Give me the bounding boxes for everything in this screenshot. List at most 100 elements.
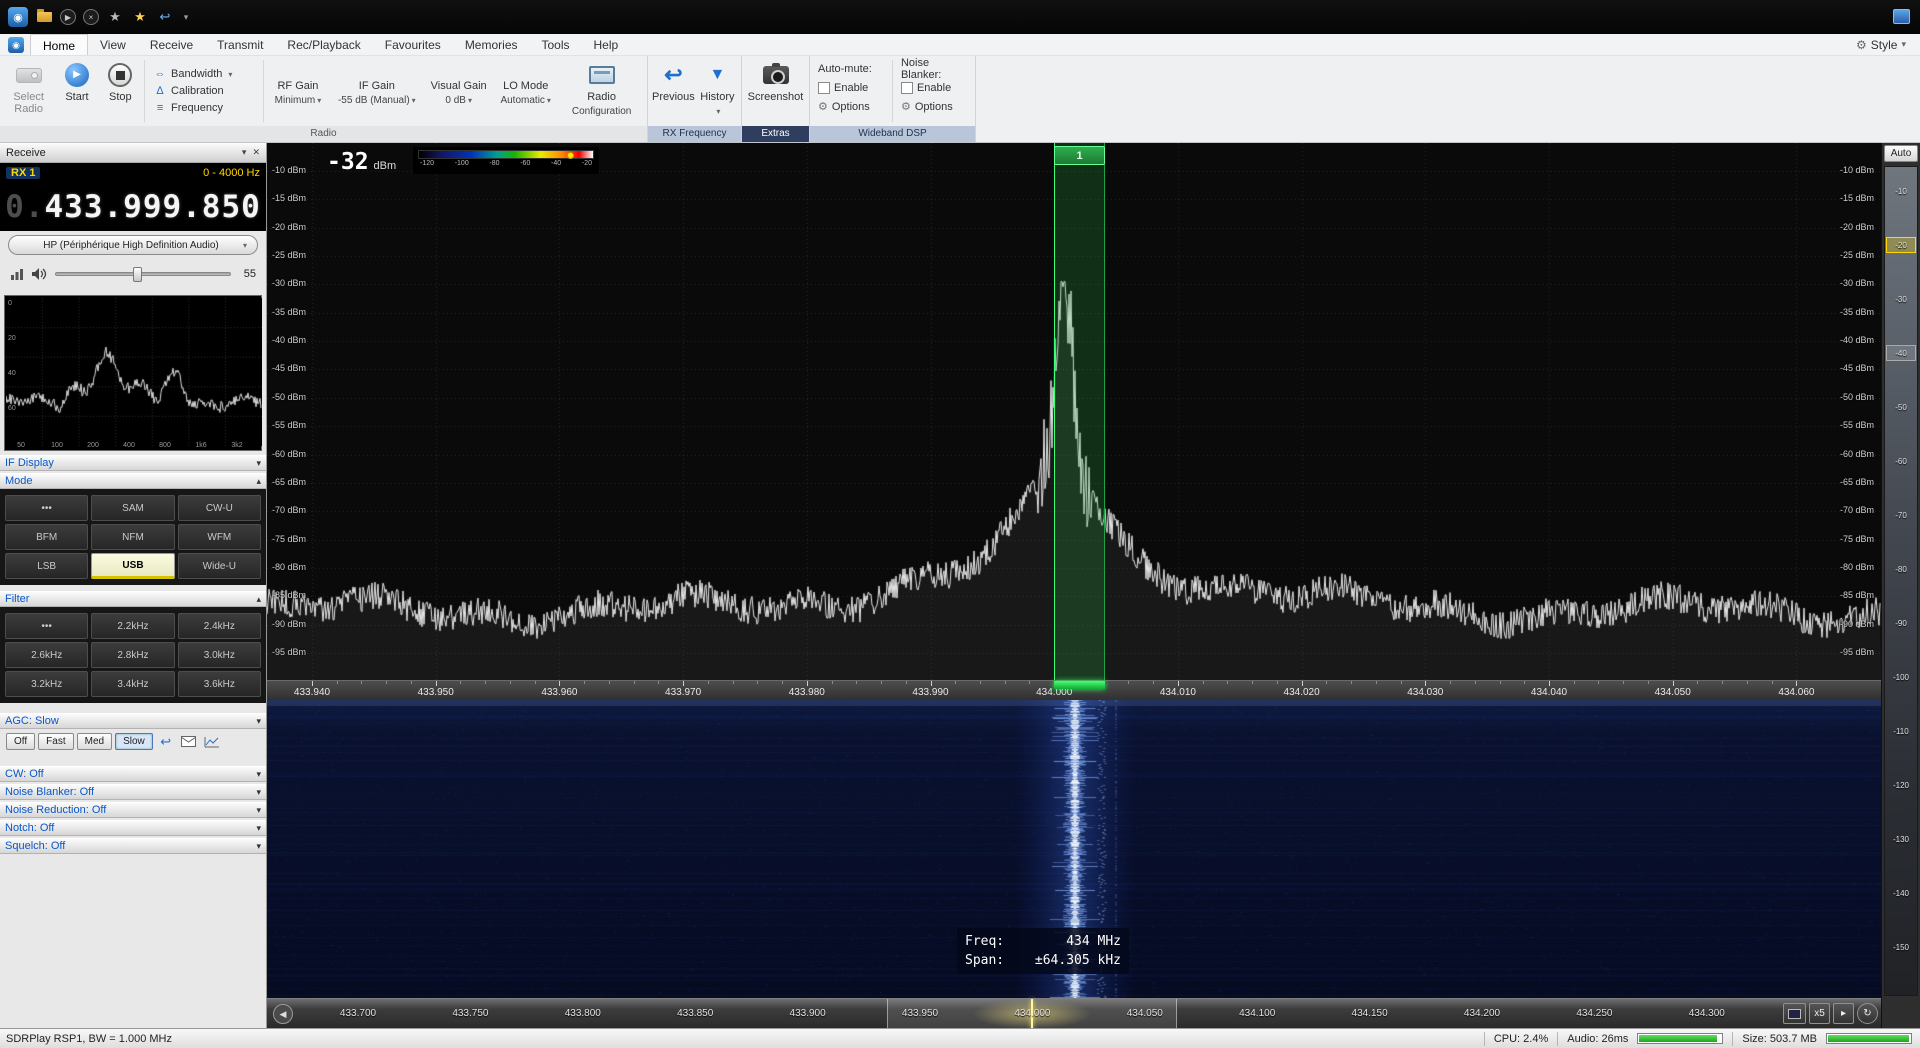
tab-view[interactable]: View [88,34,138,55]
visual-gain-dropdown[interactable]: Visual Gain 0 dB ▾ [426,58,491,124]
rx-marker[interactable]: 1 [1054,146,1105,165]
mode-button-sam[interactable]: SAM [91,495,175,521]
close-icon[interactable]: ✕ [252,147,260,158]
record-stop-icon[interactable]: × [83,9,99,25]
volume-slider[interactable] [55,267,231,282]
if-gain-dropdown[interactable]: IF Gain -55 dB (Manual) ▾ [331,58,424,124]
chevron-down-icon[interactable]: ▾ [256,823,261,834]
checkbox-icon[interactable] [900,81,913,94]
tab-help[interactable]: Help [582,34,631,55]
noise-blanker-enable[interactable]: Enable [900,79,967,96]
section-squelch-off[interactable]: Squelch: Off ▾ [0,838,266,854]
chevron-down-icon[interactable]: ▾ [256,841,261,852]
noise-blanker-options-button[interactable]: ⚙ Options [901,98,967,115]
open-folder-icon[interactable] [35,8,53,26]
play-icon[interactable]: ▶ [60,9,76,25]
history-button[interactable]: ▼ History ▾ [698,58,737,124]
tab-rec-playback[interactable]: Rec/Playback [275,34,372,55]
audio-device-select[interactable]: HP (Périphérique High Definition Audio) … [8,235,258,255]
chevron-down-icon[interactable]: ▾ [256,805,261,816]
select-radio-button[interactable]: Select Radio [4,58,53,124]
speaker-icon[interactable] [31,267,48,281]
agc-graph-icon[interactable] [202,733,222,750]
power-legend[interactable]: -120 -100 -80 -60 -40 -20 [413,147,599,174]
agc-button-off[interactable]: Off [6,733,36,750]
filter-button-3-0khz[interactable]: 3.0kHz [177,642,261,668]
frequency-navigator[interactable]: 433.700 433.750 433.800 433.850 433.900 433.9… [267,998,1881,1029]
mode-button-usb[interactable]: USB [91,553,175,579]
mode-button-lsb[interactable]: LSB [5,553,89,579]
nav-zoom-button[interactable]: x5 [1809,1003,1830,1024]
window-icon[interactable] [1893,9,1910,24]
tab-home[interactable]: Home [30,34,89,55]
auto-mute-enable[interactable]: Enable [818,79,884,96]
undo-icon[interactable]: ↩ [156,8,174,26]
quick-access-chevron-icon[interactable]: ▾ [181,8,191,26]
chevron-down-icon[interactable]: ▾ [256,458,261,469]
nav-scroll-left-button[interactable]: ◀ [273,1004,293,1024]
filter-button-3-6khz[interactable]: 3.6kHz [177,671,261,697]
filter-button-more[interactable]: ••• [5,613,89,639]
filter-button-3-4khz[interactable]: 3.4kHz [91,671,175,697]
auto-range-button[interactable]: Auto [1884,145,1918,162]
filter-button-2-6khz[interactable]: 2.6kHz [5,642,89,668]
chevron-down-icon[interactable]: ▾ [242,147,247,158]
agc-button-fast[interactable]: Fast [38,733,74,750]
section-if-display[interactable]: IF Display ▾ [0,455,266,471]
lo-mode-dropdown[interactable]: LO Mode Automatic ▾ [494,58,557,124]
agc-undo-icon[interactable]: ↩ [156,733,176,750]
chevron-up-icon[interactable]: ▴ [256,476,261,487]
section-noise-blanker-off[interactable]: Noise Blanker: Off ▾ [0,784,266,800]
section-filter[interactable]: Filter ▴ [0,591,266,607]
stop-button[interactable]: Stop [101,58,140,124]
chevron-down-icon[interactable]: ▾ [256,769,261,780]
equalizer-icon[interactable] [10,268,24,280]
radio-configuration-button[interactable]: Radio Configuration [560,58,643,124]
frequency-display[interactable]: 0. 433.999.850 [0,183,266,231]
auto-mute-options-button[interactable]: ⚙ Options [818,98,884,115]
nav-display-button[interactable] [1783,1003,1806,1024]
nav-refresh-button[interactable]: ↻ [1857,1003,1878,1024]
filter-button-2-8khz[interactable]: 2.8kHz [91,642,175,668]
freq-axis[interactable]: 433.940 433.950 433.960 433.970 433.980 433.9… [267,680,1881,700]
screenshot-button[interactable]: Screenshot [746,58,805,124]
bandwidth-button[interactable]: ⇔ Bandwidth ▾ [149,67,259,81]
chevron-up-icon[interactable]: ▴ [256,594,261,605]
checkbox-icon[interactable] [818,81,830,94]
agc-envelope-icon[interactable] [179,733,199,750]
section-cw-off[interactable]: CW: Off ▾ [0,766,266,782]
previous-button[interactable]: ↩ Previous [652,58,695,124]
volume-slider-thumb[interactable] [132,267,142,282]
tab-favourites[interactable]: Favourites [373,34,453,55]
mode-button-wfm[interactable]: WFM [177,524,261,550]
receive-panel-header[interactable]: Receive ▾ ✕ [0,143,266,163]
agc-button-med[interactable]: Med [76,733,113,750]
favourite-add-icon[interactable]: ★ [131,8,149,26]
mode-button-wide-u[interactable]: Wide-U [177,553,261,579]
filter-button-2-2khz[interactable]: 2.2kHz [91,613,175,639]
filter-button-2-4khz[interactable]: 2.4kHz [177,613,261,639]
chevron-down-icon[interactable]: ▾ [256,716,261,727]
section-notch-off[interactable]: Notch: Off ▾ [0,820,266,836]
favourites-icon[interactable]: ★ [106,8,124,26]
tab-receive[interactable]: Receive [138,34,205,55]
start-button[interactable]: ▶ Start [56,58,97,124]
rf-gain-dropdown[interactable]: RF Gain Minimum ▾ [268,58,327,124]
tab-transmit[interactable]: Transmit [205,34,275,55]
calibration-button[interactable]: ∆ Calibration [149,84,259,98]
rx-filter-band[interactable] [1054,143,1105,680]
nav-step-right-button[interactable]: ▸ [1833,1003,1854,1024]
chevron-down-icon[interactable]: ▾ [256,787,261,798]
mode-button-more[interactable]: ••• [5,495,89,521]
mode-button-bfm[interactable]: BFM [5,524,89,550]
mode-button-nfm[interactable]: NFM [91,524,175,550]
mode-button-cw-u[interactable]: CW-U [177,495,261,521]
filter-button-3-2khz[interactable]: 3.2kHz [5,671,89,697]
frequency-button[interactable]: ≡ Frequency [149,101,259,115]
style-selector[interactable]: ⚙ Style ▾ [1842,34,1920,55]
agc-button-slow[interactable]: Slow [115,733,153,750]
section-mode[interactable]: Mode ▴ [0,473,266,489]
tab-memories[interactable]: Memories [453,34,530,55]
app-menu-icon[interactable]: ◉ [8,37,24,53]
tab-tools[interactable]: Tools [530,34,582,55]
